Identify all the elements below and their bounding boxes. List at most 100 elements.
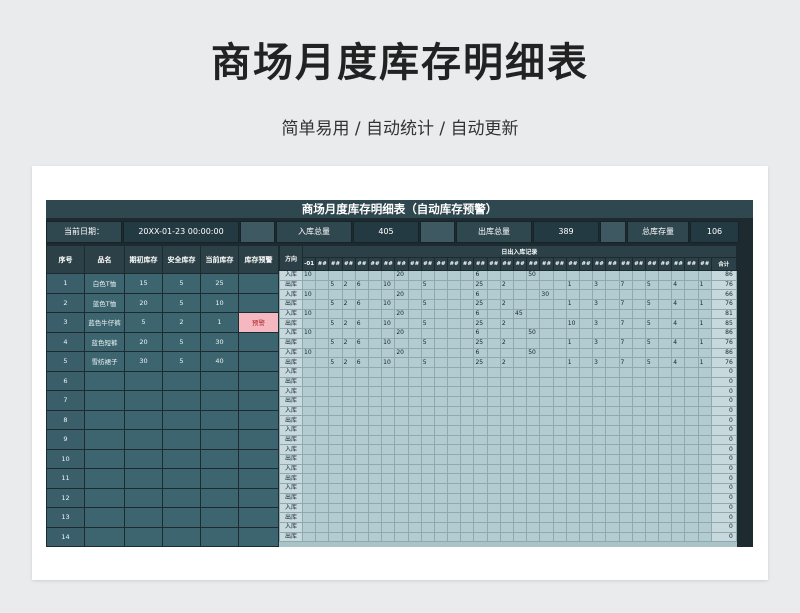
stock-warning[interactable] xyxy=(238,526,279,547)
daily-value-cell[interactable] xyxy=(315,521,330,533)
daily-value-cell[interactable] xyxy=(301,492,317,504)
daily-value-cell[interactable] xyxy=(315,299,330,310)
daily-value-cell[interactable] xyxy=(512,521,528,533)
daily-value-cell[interactable] xyxy=(578,347,594,359)
daily-value-cell[interactable] xyxy=(499,502,515,514)
current-stock[interactable] xyxy=(200,409,239,430)
daily-value-cell[interactable] xyxy=(407,512,422,523)
daily-value-cell[interactable] xyxy=(526,425,541,436)
daily-value-cell[interactable] xyxy=(407,347,422,359)
initial-stock[interactable]: 20 xyxy=(124,331,163,352)
daily-value-cell[interactable] xyxy=(697,347,712,359)
daily-value-cell[interactable] xyxy=(315,376,330,388)
daily-value-cell[interactable] xyxy=(578,357,594,368)
daily-value-cell[interactable] xyxy=(433,337,449,349)
daily-value-cell[interactable] xyxy=(684,434,699,446)
daily-value-cell[interactable]: 1 xyxy=(697,337,712,349)
daily-value-cell[interactable] xyxy=(526,357,541,368)
daily-value-cell[interactable]: 1 xyxy=(697,357,712,368)
daily-value-cell[interactable] xyxy=(394,492,409,504)
initial-stock[interactable]: 5 xyxy=(124,312,163,333)
daily-value-cell[interactable] xyxy=(367,337,383,349)
daily-value-cell[interactable] xyxy=(447,405,462,417)
daily-value-cell[interactable]: 1 xyxy=(565,337,580,349)
daily-value-cell[interactable]: 25 xyxy=(473,279,488,291)
daily-value-cell[interactable] xyxy=(578,299,594,310)
daily-value-cell[interactable] xyxy=(315,318,330,330)
daily-value-cell[interactable] xyxy=(526,473,541,485)
stock-warning[interactable] xyxy=(238,273,279,294)
daily-value-cell[interactable]: 4 xyxy=(671,357,686,368)
daily-value-cell[interactable] xyxy=(367,434,383,446)
daily-value-cell[interactable] xyxy=(512,357,528,368)
daily-value-cell[interactable] xyxy=(499,454,515,465)
daily-value-cell[interactable] xyxy=(473,405,488,417)
daily-value-cell[interactable] xyxy=(552,415,567,426)
daily-value-cell[interactable] xyxy=(486,512,501,523)
daily-value-cell[interactable] xyxy=(354,405,369,417)
daily-value-cell[interactable] xyxy=(328,463,343,475)
daily-value-cell[interactable] xyxy=(460,502,475,514)
daily-value-cell[interactable] xyxy=(512,502,528,514)
daily-value-cell[interactable] xyxy=(499,328,515,339)
daily-value-cell[interactable]: 1 xyxy=(565,357,580,368)
daily-value-cell[interactable]: 4 xyxy=(671,337,686,349)
current-stock[interactable]: 30 xyxy=(200,331,239,352)
daily-value-cell[interactable] xyxy=(697,405,712,417)
row-seq[interactable]: 6 xyxy=(46,370,85,391)
daily-value-cell[interactable] xyxy=(684,425,699,436)
daily-value-cell[interactable] xyxy=(499,270,515,281)
daily-value-cell[interactable] xyxy=(631,425,646,436)
daily-value-cell[interactable] xyxy=(354,473,369,485)
daily-value-cell[interactable] xyxy=(460,270,475,281)
daily-value-cell[interactable] xyxy=(539,492,554,504)
daily-value-cell[interactable] xyxy=(420,425,435,436)
daily-value-cell[interactable] xyxy=(486,328,501,339)
current-stock[interactable]: 40 xyxy=(200,351,239,372)
daily-value-cell[interactable] xyxy=(578,318,594,330)
safe-stock[interactable] xyxy=(162,487,201,508)
daily-value-cell[interactable]: 2 xyxy=(499,337,515,349)
daily-value-cell[interactable] xyxy=(552,521,567,533)
initial-stock[interactable] xyxy=(124,526,163,547)
daily-value-cell[interactable] xyxy=(684,289,699,301)
daily-value-cell[interactable] xyxy=(381,415,396,426)
daily-value-cell[interactable] xyxy=(684,483,699,494)
daily-value-cell[interactable] xyxy=(407,425,422,436)
safe-stock[interactable]: 5 xyxy=(162,351,201,372)
stock-warning[interactable] xyxy=(238,487,279,508)
daily-value-cell[interactable] xyxy=(539,376,554,388)
stock-warning[interactable] xyxy=(238,468,279,489)
daily-value-cell[interactable] xyxy=(618,270,633,281)
daily-value-cell[interactable] xyxy=(512,512,528,523)
safe-stock[interactable] xyxy=(162,390,201,411)
daily-value-cell[interactable] xyxy=(526,521,541,533)
row-seq[interactable]: 2 xyxy=(46,292,85,313)
daily-value-cell[interactable] xyxy=(658,357,673,368)
daily-value-cell[interactable] xyxy=(499,386,515,397)
daily-value-cell[interactable]: 2 xyxy=(499,357,515,368)
daily-value-cell[interactable] xyxy=(460,366,475,378)
daily-value-cell[interactable] xyxy=(341,521,356,533)
daily-value-cell[interactable] xyxy=(341,483,356,494)
daily-value-cell[interactable] xyxy=(367,270,383,281)
daily-value-cell[interactable] xyxy=(315,289,330,301)
daily-value-cell[interactable] xyxy=(367,502,383,514)
daily-value-cell[interactable] xyxy=(631,483,646,494)
daily-value-cell[interactable] xyxy=(301,279,317,291)
daily-value-cell[interactable] xyxy=(473,492,488,504)
daily-value-cell[interactable] xyxy=(578,405,594,417)
daily-value-cell[interactable] xyxy=(328,473,343,485)
daily-value-cell[interactable] xyxy=(486,521,501,533)
daily-value-cell[interactable] xyxy=(631,512,646,523)
daily-value-cell[interactable] xyxy=(315,444,330,456)
daily-value-cell[interactable] xyxy=(486,366,501,378)
daily-value-cell[interactable] xyxy=(354,483,369,494)
daily-value-cell[interactable] xyxy=(684,512,699,523)
daily-value-cell[interactable] xyxy=(697,434,712,446)
daily-value-cell[interactable] xyxy=(565,531,580,543)
daily-value-cell[interactable] xyxy=(473,531,488,543)
daily-value-cell[interactable] xyxy=(394,521,409,533)
daily-value-cell[interactable] xyxy=(301,415,317,426)
daily-value-cell[interactable] xyxy=(512,473,528,485)
